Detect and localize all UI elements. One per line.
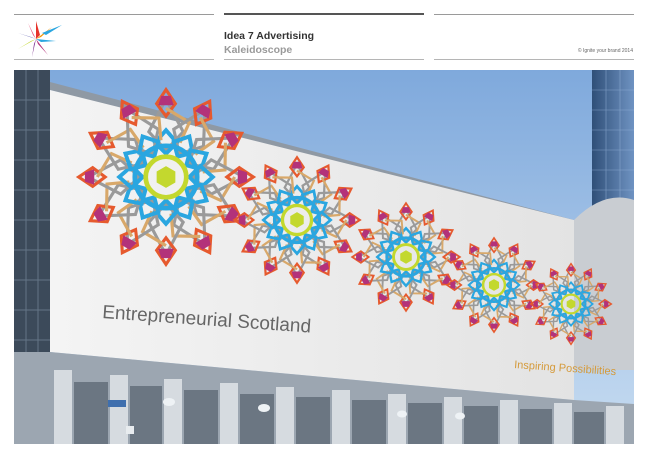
- header-bottom-rule-right: [434, 59, 634, 60]
- header-bottom-rule-left: [14, 59, 214, 60]
- page-subtitle: Kaleidoscope: [224, 44, 293, 56]
- header-rule-center: [224, 13, 424, 15]
- kaleidoscope-logo-icon: [14, 19, 64, 59]
- copyright-text: © Ignite your brand 2014: [577, 48, 633, 54]
- header-bottom-rule-center: [224, 59, 424, 60]
- page-title: Idea 7 Advertising: [224, 30, 315, 42]
- header-rule-right: [434, 14, 634, 15]
- header-rule-left: [14, 14, 214, 15]
- billboard-photo: Entrepreneurial Scotland Inspiring Possi…: [14, 70, 634, 444]
